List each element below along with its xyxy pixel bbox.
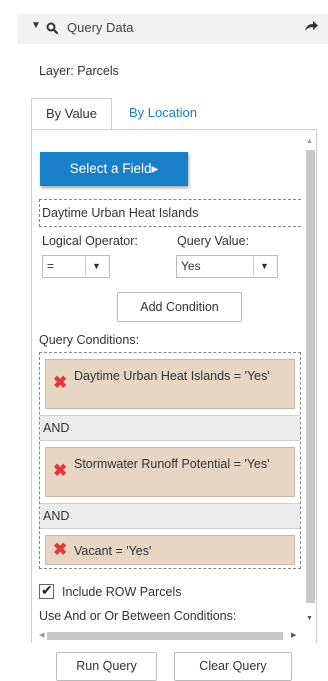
- tab-bar: By Value By Location: [31, 98, 317, 130]
- tab-by-location[interactable]: By Location: [119, 98, 207, 130]
- query-value-label: Query Value:: [177, 234, 250, 248]
- clear-query-button[interactable]: Clear Query: [174, 652, 292, 681]
- vertical-scrollbar[interactable]: ▲ ▼: [303, 136, 317, 629]
- chevron-down-icon[interactable]: ▼: [85, 257, 107, 276]
- widget-title: Query Data: [67, 20, 134, 35]
- select-field-button[interactable]: Select a Field▸: [40, 152, 188, 186]
- search-icon: [46, 22, 58, 34]
- widget-header[interactable]: ▼ Query Data: [17, 14, 328, 44]
- selected-field-display: Daytime Urban Heat Islands: [39, 199, 301, 227]
- scroll-right-icon[interactable]: ▶: [291, 631, 296, 639]
- remove-condition-icon[interactable]: ✖: [53, 540, 67, 560]
- scrollbar-thumb[interactable]: [306, 150, 315, 603]
- tab-by-value[interactable]: By Value: [31, 98, 112, 130]
- remove-condition-icon[interactable]: ✖: [53, 461, 67, 481]
- condition-item: ✖ Vacant = 'Yes': [45, 535, 295, 565]
- include-row-checkbox[interactable]: ✔: [39, 582, 54, 599]
- condition-joiner: AND: [40, 503, 300, 529]
- horizontal-scrollbar[interactable]: ◀ ▶: [39, 629, 301, 643]
- condition-text: Daytime Urban Heat Islands = 'Yes': [74, 369, 270, 383]
- include-row-label[interactable]: Include ROW Parcels: [62, 585, 181, 599]
- add-condition-button[interactable]: Add Condition: [117, 292, 242, 322]
- query-conditions-list: ✖ Daytime Urban Heat Islands = 'Yes' AND…: [39, 352, 301, 569]
- scrollbar-thumb[interactable]: [47, 632, 283, 640]
- caret-right-icon: ▸: [151, 161, 159, 176]
- query-value-select[interactable]: Yes ▼: [176, 255, 278, 278]
- query-value: Yes: [181, 259, 201, 273]
- condition-text: Vacant = 'Yes': [74, 544, 152, 558]
- scroll-down-icon[interactable]: ▼: [306, 615, 313, 622]
- checkmark-icon: ✔: [41, 582, 53, 598]
- condition-text: Stormwater Runoff Potential = 'Yes': [74, 457, 270, 471]
- chevron-down-icon[interactable]: ▼: [253, 257, 275, 276]
- select-field-label: Select a Field: [69, 161, 152, 176]
- remove-condition-icon[interactable]: ✖: [53, 373, 67, 393]
- chevron-down-icon[interactable]: ▼: [31, 20, 41, 31]
- scroll-up-icon[interactable]: ▲: [306, 138, 313, 145]
- scroll-left-icon[interactable]: ◀: [39, 631, 44, 639]
- logical-operator-label: Logical Operator:: [42, 234, 138, 248]
- operator-value: =: [47, 259, 55, 273]
- condition-item: ✖ Daytime Urban Heat Islands = 'Yes': [45, 359, 295, 409]
- condition-joiner: AND: [40, 415, 300, 441]
- run-query-button[interactable]: Run Query: [56, 652, 157, 681]
- condition-item: ✖ Stormwater Runoff Potential = 'Yes': [45, 447, 295, 497]
- layer-label: Layer: Parcels: [39, 64, 119, 78]
- query-conditions-label: Query Conditions:: [39, 333, 140, 347]
- share-arrow-icon[interactable]: [303, 18, 319, 34]
- and-or-label: Use And or Or Between Conditions:: [39, 609, 237, 623]
- logical-operator-select[interactable]: = ▼: [42, 255, 110, 278]
